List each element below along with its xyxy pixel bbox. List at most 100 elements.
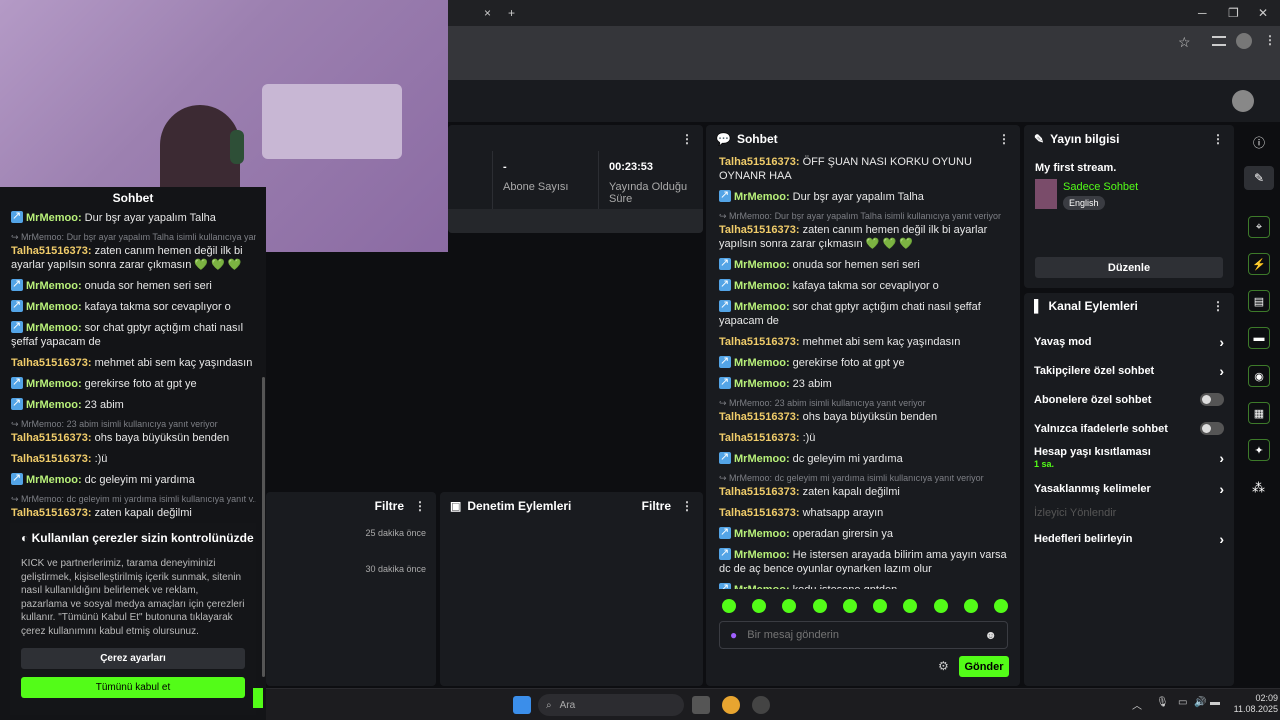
emote-icon[interactable] [722, 599, 736, 613]
lightning-icon[interactable]: ⚡ [1248, 253, 1270, 275]
chat-username[interactable]: Talha51516373: [11, 245, 92, 257]
emote-icon[interactable] [873, 599, 888, 613]
add-widget-icon[interactable]: ⁂ [1252, 480, 1265, 496]
broadcast-icon[interactable]: ◉ [1248, 365, 1270, 387]
chat-username[interactable]: Talha51516373: [719, 486, 800, 498]
address-bar[interactable]: ☆ ⋮ [448, 26, 1280, 58]
user-avatar[interactable] [1232, 90, 1254, 112]
info-icon[interactable]: ⓘ [1253, 134, 1265, 151]
clock[interactable]: 02:09 11.08.2025 [1230, 693, 1278, 715]
account-age-label: Hesap yaşı kısıtlaması [1034, 446, 1151, 458]
mod-actions-menu-icon[interactable]: ⋮ [681, 499, 693, 513]
account-age-row[interactable]: Hesap yaşı kısıtlaması 1 sa. › [1034, 446, 1224, 470]
emoji-picker-icon[interactable]: ☻ [984, 628, 997, 642]
filter-button[interactable]: Filtre [375, 499, 404, 513]
chat-username[interactable]: MrMemoo: [26, 322, 82, 334]
reading-list-icon[interactable] [1212, 36, 1226, 46]
send-button[interactable]: Gönder [959, 656, 1009, 677]
emote-icon[interactable] [933, 599, 948, 613]
emote-icon[interactable] [963, 599, 978, 613]
chat-username[interactable]: MrMemoo: [26, 378, 82, 390]
chat-username[interactable]: Talha51516373: [719, 411, 800, 423]
battery-icon[interactable]: ▬ [1210, 697, 1220, 708]
stats-menu-icon[interactable]: ⋮ [681, 132, 693, 146]
emote-icon[interactable] [782, 599, 797, 613]
chat-username[interactable]: Talha51516373: [719, 507, 800, 519]
chat-username[interactable]: Talha51516373: [719, 336, 800, 348]
start-icon[interactable] [513, 696, 531, 714]
volume-icon[interactable]: 🔊 [1194, 697, 1206, 708]
cookie-settings-button[interactable]: Çerez ayarları [21, 648, 245, 669]
chat-username[interactable]: Talha51516373: [11, 432, 92, 444]
accept-all-button[interactable]: Tümünü kabul et [21, 677, 245, 698]
category-name[interactable]: Sadece Sohbet [1063, 181, 1138, 193]
emote-icon[interactable] [842, 599, 857, 613]
chat-username[interactable]: Talha51516373: [719, 224, 800, 236]
chat-bubble-icon[interactable]: ▬ [1248, 327, 1270, 349]
profile-icon[interactable] [1236, 33, 1252, 49]
chat-username[interactable]: MrMemoo: [26, 280, 82, 292]
channel-actions-menu-icon[interactable]: ⋮ [1212, 299, 1224, 313]
chat-username[interactable]: MrMemoo: [26, 212, 82, 224]
set-goals-row[interactable]: Hedefleri belirleyin › [1034, 531, 1224, 547]
chat-username[interactable]: MrMemoo: [26, 474, 82, 486]
edit-button[interactable]: Düzenle [1035, 257, 1223, 278]
edit-pencil-icon[interactable]: ✎ [1244, 166, 1274, 190]
subs-only-toggle[interactable] [1200, 393, 1224, 406]
microphone-icon[interactable]: ● [730, 628, 737, 642]
emote-icon[interactable] [903, 599, 918, 613]
chat-username[interactable]: Talha51516373: [11, 507, 92, 519]
emote-icon[interactable] [812, 599, 827, 613]
document-icon[interactable]: ▤ [1248, 290, 1270, 312]
wrench-icon[interactable]: ✦ [1248, 439, 1270, 461]
chat-username[interactable]: MrMemoo: [26, 301, 82, 313]
activity-menu-icon[interactable]: ⋮ [414, 499, 426, 513]
chat-username[interactable]: MrMemoo: [734, 280, 790, 292]
app-icon[interactable] [752, 696, 770, 714]
chat-username[interactable]: MrMemoo: [734, 259, 790, 271]
chat-username[interactable]: MrMemoo: [734, 378, 790, 390]
chat-username[interactable]: MrMemoo: [734, 584, 790, 589]
chat-username[interactable]: MrMemoo: [734, 191, 790, 203]
chrome-icon[interactable] [722, 696, 740, 714]
slow-mode-row[interactable]: Yavaş mod › [1034, 334, 1224, 350]
chat-username[interactable]: MrMemoo: [734, 301, 790, 313]
chat-settings-gear-icon[interactable]: ⚙ [938, 659, 949, 673]
stream-info-menu-icon[interactable]: ⋮ [1212, 132, 1224, 146]
bookmark-star-icon[interactable]: ☆ [1178, 34, 1191, 51]
task-view-icon[interactable] [692, 696, 710, 714]
chat-input-box[interactable]: ● ☻ [719, 621, 1008, 649]
chat-username[interactable]: Talha51516373: [11, 453, 92, 465]
chat-username[interactable]: Talha51516373: [719, 156, 800, 168]
new-tab-button[interactable]: + [508, 6, 515, 20]
filter-button-2[interactable]: Filtre [642, 499, 671, 513]
network-icon[interactable]: ▭ [1178, 697, 1187, 708]
banned-words-row[interactable]: Yasaklanmış kelimeler › [1034, 481, 1224, 497]
overlay-scrollbar[interactable] [262, 377, 265, 677]
chat-username[interactable]: Talha51516373: [719, 432, 800, 444]
chat-input[interactable] [747, 629, 985, 641]
chat-username[interactable]: MrMemoo: [734, 453, 790, 465]
taskbar-search[interactable]: ⌕ Ara [538, 694, 684, 716]
chat-text: ohs baya büyüksün benden [799, 411, 938, 423]
minimize-button[interactable]: ─ [1198, 6, 1207, 20]
microphone-tray-icon[interactable]: 🎙 [1156, 697, 1169, 708]
clip-icon[interactable]: ⌖ [1248, 216, 1270, 238]
chat-username[interactable]: MrMemoo: [734, 357, 790, 369]
chat-username[interactable]: MrMemoo: [734, 528, 790, 540]
chat-username[interactable]: MrMemoo: [734, 549, 790, 561]
emote-icon[interactable] [752, 599, 767, 613]
chat-message: MrMemoo: kafaya takma sor cevaplıyor o [11, 298, 256, 314]
layout-icon[interactable]: ▦ [1248, 402, 1270, 424]
chat-menu-icon[interactable]: ⋮ [998, 132, 1010, 146]
emote-icon[interactable] [993, 599, 1008, 613]
chat-username[interactable]: Talha51516373: [11, 357, 92, 369]
followers-only-row[interactable]: Takipçilere özel sohbet › [1034, 363, 1224, 379]
menu-kebab-icon[interactable]: ⋮ [1264, 33, 1276, 47]
tray-chevron-icon[interactable]: ︿ [1132, 697, 1142, 712]
tab-close-icon[interactable]: × [484, 6, 491, 20]
window-close-button[interactable]: ✕ [1258, 6, 1268, 20]
emotes-only-toggle[interactable] [1200, 422, 1224, 435]
chat-username[interactable]: MrMemoo: [26, 399, 82, 411]
restore-button[interactable]: ❐ [1228, 6, 1239, 20]
